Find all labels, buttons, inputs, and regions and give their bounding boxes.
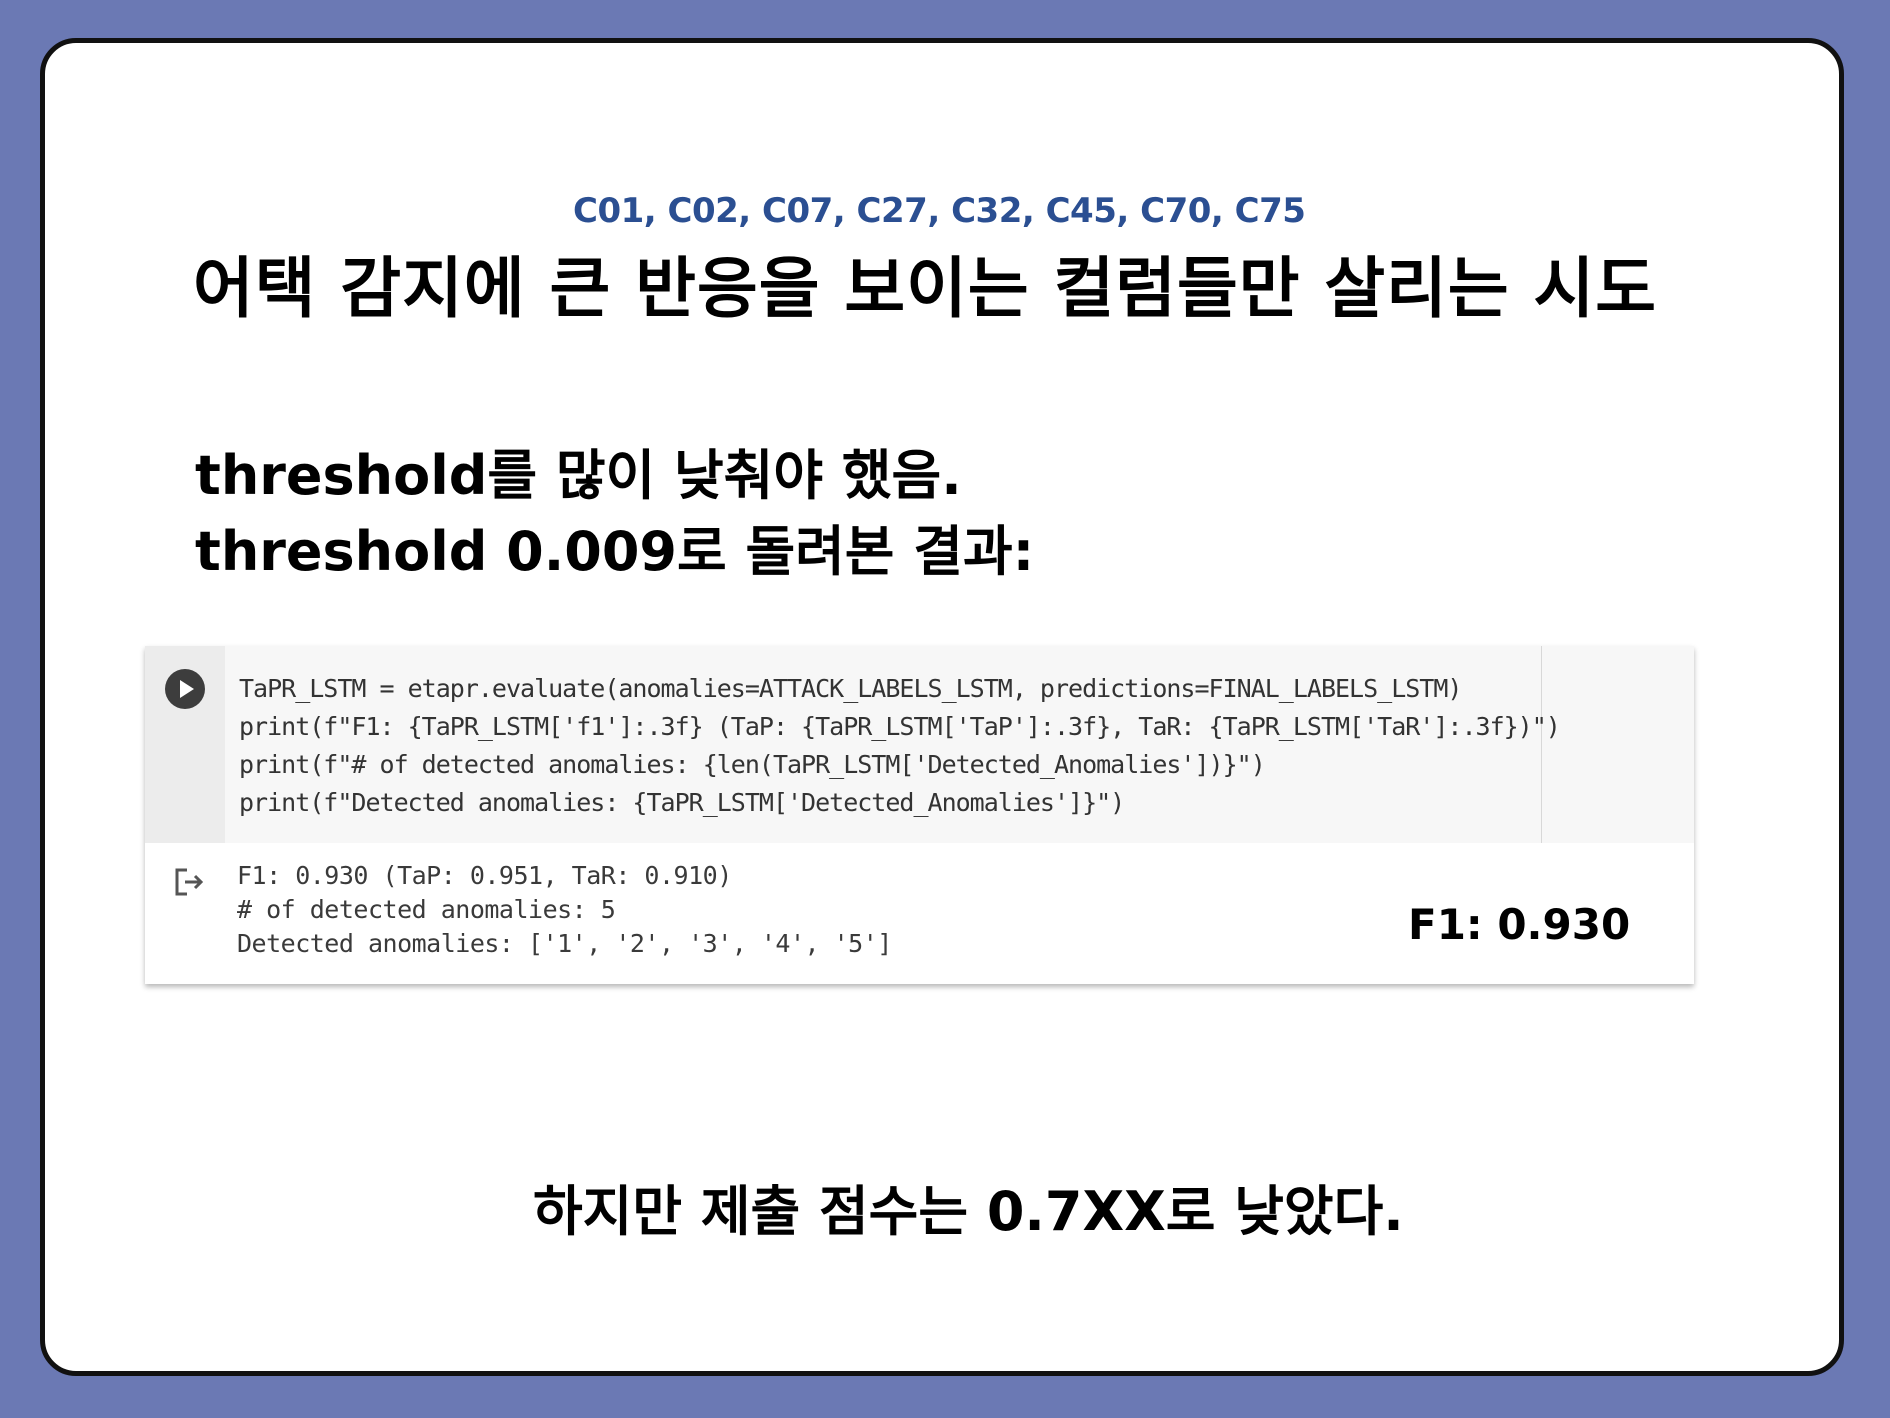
cell-output: F1: 0.930 (TaP: 0.951, TaR: 0.910) # of d… [237, 859, 892, 961]
code-editor[interactable]: TaPR_LSTM = etapr.evaluate(anomalies=ATT… [225, 646, 1694, 843]
code-line: TaPR_LSTM = etapr.evaluate(anomalies=ATT… [239, 674, 1462, 703]
code-line: print(f"F1: {TaPR_LSTM['f1']:.3f} (TaP: … [239, 712, 1561, 741]
cell-gutter [145, 646, 225, 843]
output-line: F1: 0.930 (TaP: 0.951, TaR: 0.910) [237, 861, 732, 890]
output-arrow-icon[interactable] [173, 866, 207, 898]
output-line: Detected anomalies: ['1', '2', '3', '4',… [237, 929, 892, 958]
column-list-subtitle: C01, C02, C07, C27, C32, C45, C70, C75 [573, 191, 1306, 231]
submission-score-note: 하지만 제출 점수는 0.7XX로 낮았다. [533, 1180, 1404, 1243]
slide-title: 어택 감지에 큰 반응을 보이는 컬럼들만 살리는 시도 [193, 250, 1657, 327]
output-line: # of detected anomalies: 5 [237, 895, 616, 924]
code-line: print(f"Detected anomalies: {TaPR_LSTM['… [239, 788, 1125, 817]
run-cell-button[interactable] [165, 669, 205, 709]
threshold-note: threshold를 많이 낮춰야 했음. [195, 444, 962, 507]
code-block[interactable]: TaPR_LSTM = etapr.evaluate(anomalies=ATT… [239, 670, 1561, 822]
f1-score-callout: F1: 0.930 [1408, 900, 1631, 949]
code-line: print(f"# of detected anomalies: {len(Ta… [239, 750, 1266, 779]
threshold-result-note: threshold 0.009로 돌려본 결과: [195, 520, 1035, 583]
play-icon [180, 680, 194, 698]
notebook-cell: TaPR_LSTM = etapr.evaluate(anomalies=ATT… [145, 646, 1694, 984]
